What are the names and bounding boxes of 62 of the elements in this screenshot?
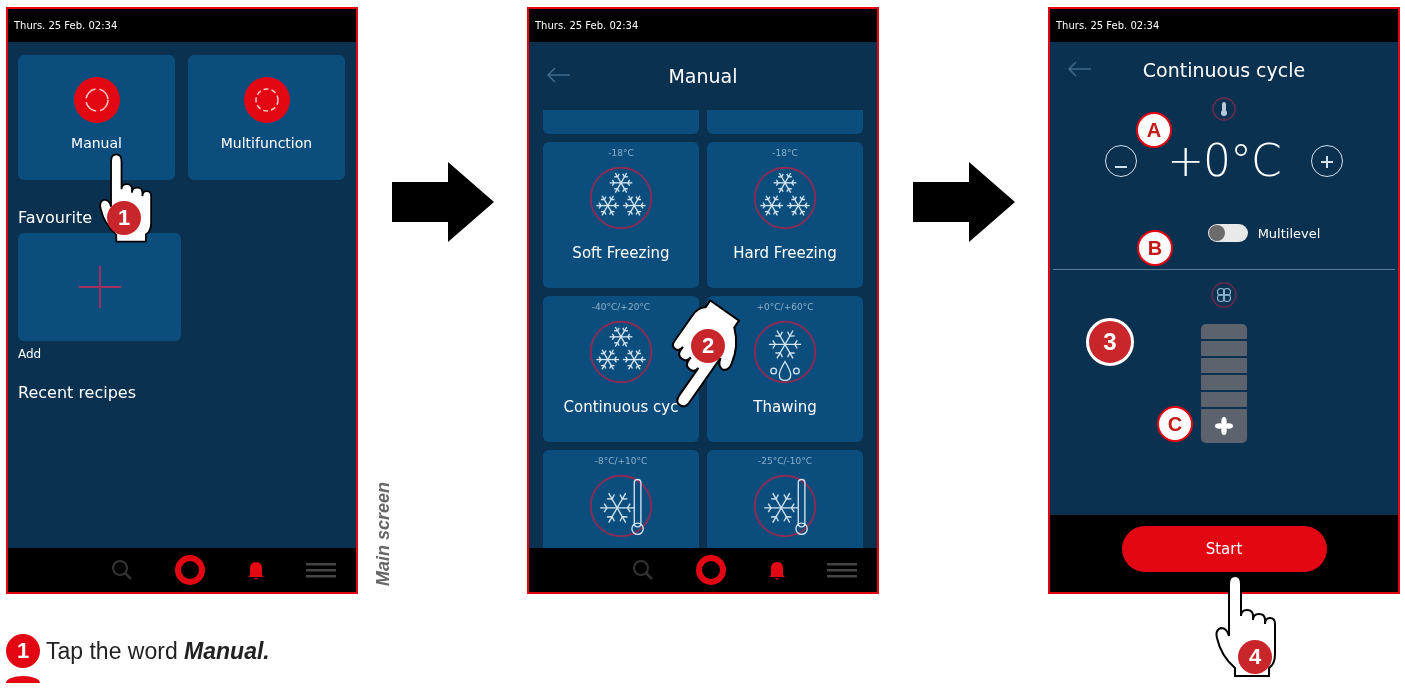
speed-segment[interactable] [1201,324,1247,339]
program-tile[interactable] [707,110,863,134]
program-label: Thawing [753,398,817,416]
program-tile[interactable]: -18°C Hard Freezing [707,142,863,288]
arrow-icon [391,162,494,242]
back-arrow-icon[interactable] [1066,60,1092,78]
fan-button[interactable] [1201,409,1247,443]
temperature-range: -25°C/-10°C [758,456,812,466]
ring-icon[interactable] [174,554,206,586]
search-icon[interactable] [631,558,655,582]
program-tile[interactable]: -8°C/+10°C [543,450,699,548]
bell-icon[interactable] [767,559,787,581]
screen-title: Continuous cycle [1142,58,1306,81]
tile-label: Manual [71,135,122,151]
temperature-range: -18°C [608,148,634,158]
program-tile[interactable]: -25°C/-10°C [707,450,863,548]
menu-icon[interactable] [306,562,336,578]
toggle-label: Multilevel [1257,225,1321,241]
program-label: Continuous cyc [563,398,679,416]
side-label: Main screen [373,481,394,586]
section-heading: Recent recipes [18,383,137,402]
back-arrow-icon[interactable] [545,66,571,84]
start-button[interactable]: Start [1121,526,1327,572]
fan-icon [1211,282,1237,308]
tile-label: Multifunction [220,135,313,151]
mode-tile[interactable]: Manual [18,55,175,180]
status-time: Thurs. 25 Feb. 02:34 [1056,20,1160,31]
ring-icon[interactable] [695,554,727,586]
instruction-text: Tap the word Manual. [46,637,270,665]
step-badge: 3 [1086,318,1134,366]
program-label: Soft Freezing [572,244,670,262]
callout-marker: B [1137,230,1173,266]
search-icon[interactable] [110,558,134,582]
menu-icon[interactable] [827,562,857,578]
minus-icon [1115,165,1128,168]
add-tile[interactable] [18,233,181,341]
program-tile[interactable] [543,110,699,134]
callout-marker: C [1157,406,1193,442]
cycle-icon [73,77,120,123]
temperature-range: +0°C/+60°C [756,302,814,312]
status-time: Thurs. 25 Feb. 02:34 [535,20,639,31]
temperature-range: -18°C [772,148,798,158]
plus-icon [1320,155,1333,168]
temperature-range: -8°C/+10°C [594,456,648,466]
fan-icon [1215,417,1233,435]
step-badge [6,676,40,683]
program-label: Hard Freezing [733,244,837,262]
section-heading: Favourite [18,208,93,227]
cycle-icon [243,77,290,123]
program-tile[interactable]: -40°C/+20°C Continuous cyc [543,296,699,442]
screen-title: Manual [668,65,738,87]
program-tile[interactable]: -18°C Soft Freezing [543,142,699,288]
arrow-icon [912,162,1015,242]
status-time: Thurs. 25 Feb. 02:34 [14,20,118,31]
mode-tile[interactable]: Multifunction [188,55,345,180]
toggle-switch[interactable] [1207,224,1248,242]
tile-caption: Add [18,347,42,361]
callout-marker: A [1136,112,1172,148]
step-badge: 1 [6,634,40,668]
temperature-range: -40°C/+20°C [591,302,651,312]
thermometer-icon [1212,97,1236,121]
bell-icon[interactable] [246,559,266,581]
